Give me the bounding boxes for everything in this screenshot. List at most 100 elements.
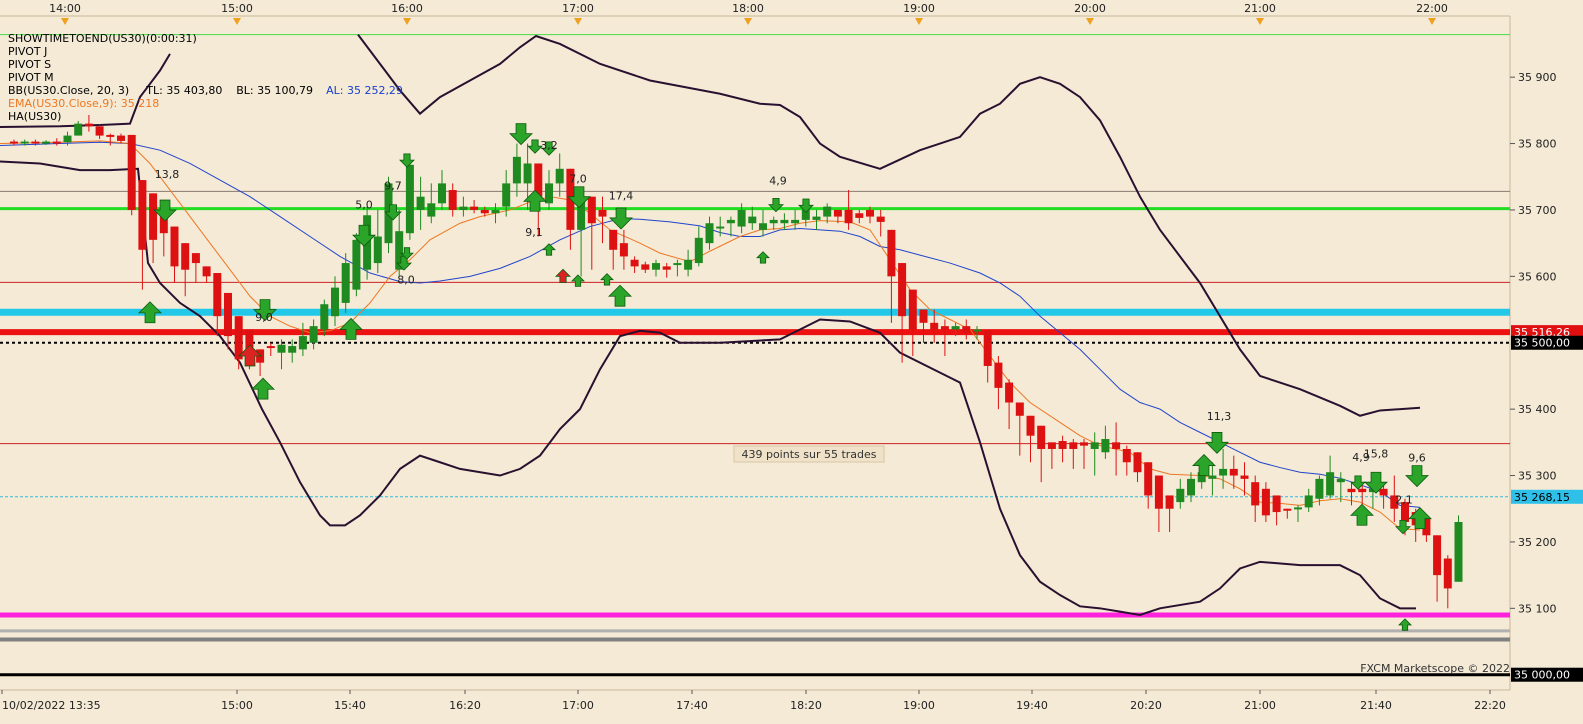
candle-body[interactable] xyxy=(1187,478,1195,496)
candle-body[interactable] xyxy=(716,226,725,229)
candle-body[interactable] xyxy=(427,203,436,217)
candle-body[interactable] xyxy=(95,126,104,136)
candle-body[interactable] xyxy=(1294,507,1302,510)
candle-body[interactable] xyxy=(31,141,40,144)
candle-body[interactable] xyxy=(1037,425,1046,449)
candle-body[interactable] xyxy=(983,330,992,366)
candle-body[interactable] xyxy=(1433,535,1442,576)
candle-body[interactable] xyxy=(705,223,714,244)
candle-body[interactable] xyxy=(438,183,446,204)
candle-body[interactable] xyxy=(512,156,521,184)
candle-body[interactable] xyxy=(962,326,971,333)
candle-body[interactable] xyxy=(502,183,511,207)
candle-body[interactable] xyxy=(266,346,275,349)
candle-body[interactable] xyxy=(812,216,821,220)
candle-body[interactable] xyxy=(545,183,553,204)
candle-body[interactable] xyxy=(74,123,83,136)
candle-body[interactable] xyxy=(127,134,136,210)
candle-body[interactable] xyxy=(726,219,735,224)
candle-body[interactable] xyxy=(470,206,479,210)
candle-body[interactable] xyxy=(341,263,350,303)
candle-body[interactable] xyxy=(491,209,500,214)
candle-body[interactable] xyxy=(555,168,564,184)
candle-body[interactable] xyxy=(405,164,414,234)
candle-body[interactable] xyxy=(298,336,307,350)
candle-body[interactable] xyxy=(898,263,907,317)
candle-body[interactable] xyxy=(769,219,778,224)
candle-body[interactable] xyxy=(1090,442,1099,449)
candle-body[interactable] xyxy=(908,289,917,330)
candle-body[interactable] xyxy=(170,226,179,267)
candle-body[interactable] xyxy=(1336,478,1345,483)
candle-body[interactable] xyxy=(919,309,928,323)
candle-body[interactable] xyxy=(940,326,949,330)
candle-body[interactable] xyxy=(1272,495,1281,513)
candle-body[interactable] xyxy=(1122,448,1131,463)
candle-body[interactable] xyxy=(213,273,222,317)
candle-body[interactable] xyxy=(459,206,468,210)
candle-body[interactable] xyxy=(855,213,864,218)
candle-body[interactable] xyxy=(277,344,286,353)
candle-body[interactable] xyxy=(1069,442,1078,449)
candle-body[interactable] xyxy=(587,196,596,224)
candle-body[interactable] xyxy=(791,219,800,224)
candle-body[interactable] xyxy=(20,141,29,144)
price-chart[interactable]: 13,89,05,09,78,09,13,27,017,44,911,34,91… xyxy=(0,0,1583,720)
candle-body[interactable] xyxy=(1112,442,1121,449)
candle-body[interactable] xyxy=(866,209,874,217)
candle-body[interactable] xyxy=(1015,402,1024,416)
candle-body[interactable] xyxy=(181,243,190,270)
candle-body[interactable] xyxy=(1261,488,1270,516)
candle-body[interactable] xyxy=(373,236,382,264)
candle-body[interactable] xyxy=(673,263,682,266)
candle-body[interactable] xyxy=(480,209,489,214)
candle-body[interactable] xyxy=(1101,439,1110,453)
candle-body[interactable] xyxy=(951,326,960,330)
candle-body[interactable] xyxy=(202,266,211,277)
candle-body[interactable] xyxy=(42,141,51,144)
candle-body[interactable] xyxy=(448,190,457,210)
candle-body[interactable] xyxy=(619,243,628,257)
candle-body[interactable] xyxy=(1144,462,1153,496)
candle-body[interactable] xyxy=(1304,495,1313,508)
candle-body[interactable] xyxy=(52,141,61,144)
candle-body[interactable] xyxy=(1026,415,1035,436)
candle-body[interactable] xyxy=(652,263,660,270)
candle-body[interactable] xyxy=(641,264,650,270)
candle-body[interactable] xyxy=(780,219,789,224)
candle-body[interactable] xyxy=(887,229,896,277)
candle-body[interactable] xyxy=(1229,468,1238,476)
candle-body[interactable] xyxy=(1315,478,1324,499)
candle-body[interactable] xyxy=(149,193,158,240)
candle-body[interactable] xyxy=(823,206,832,217)
candle-body[interactable] xyxy=(930,322,939,330)
candle-body[interactable] xyxy=(1454,522,1463,582)
candle-body[interactable] xyxy=(1443,558,1452,589)
candle-body[interactable] xyxy=(1133,452,1142,473)
candle-body[interactable] xyxy=(63,135,72,143)
candle-body[interactable] xyxy=(1219,468,1228,476)
candle-body[interactable] xyxy=(84,123,93,127)
candle-body[interactable] xyxy=(1047,442,1056,449)
candle-body[interactable] xyxy=(234,316,243,360)
candle-body[interactable] xyxy=(10,141,18,144)
candle-body[interactable] xyxy=(352,239,361,290)
candle-body[interactable] xyxy=(630,259,639,267)
candle-body[interactable] xyxy=(1176,488,1185,503)
candle-body[interactable] xyxy=(1283,508,1292,511)
candle-body[interactable] xyxy=(759,223,767,230)
candle-body[interactable] xyxy=(737,209,746,227)
candle-body[interactable] xyxy=(1240,475,1249,479)
candle-body[interactable] xyxy=(1005,382,1014,403)
candle-body[interactable] xyxy=(1165,495,1174,509)
candle-body[interactable] xyxy=(106,134,115,137)
candle-body[interactable] xyxy=(224,292,232,337)
candle-body[interactable] xyxy=(684,259,693,270)
candle-body[interactable] xyxy=(1379,488,1388,496)
candle-body[interactable] xyxy=(694,237,703,264)
candle-body[interactable] xyxy=(844,209,853,224)
candle-body[interactable] xyxy=(1154,475,1163,509)
candle-body[interactable] xyxy=(331,287,339,317)
candle-body[interactable] xyxy=(994,362,1003,388)
candle-body[interactable] xyxy=(288,346,297,353)
